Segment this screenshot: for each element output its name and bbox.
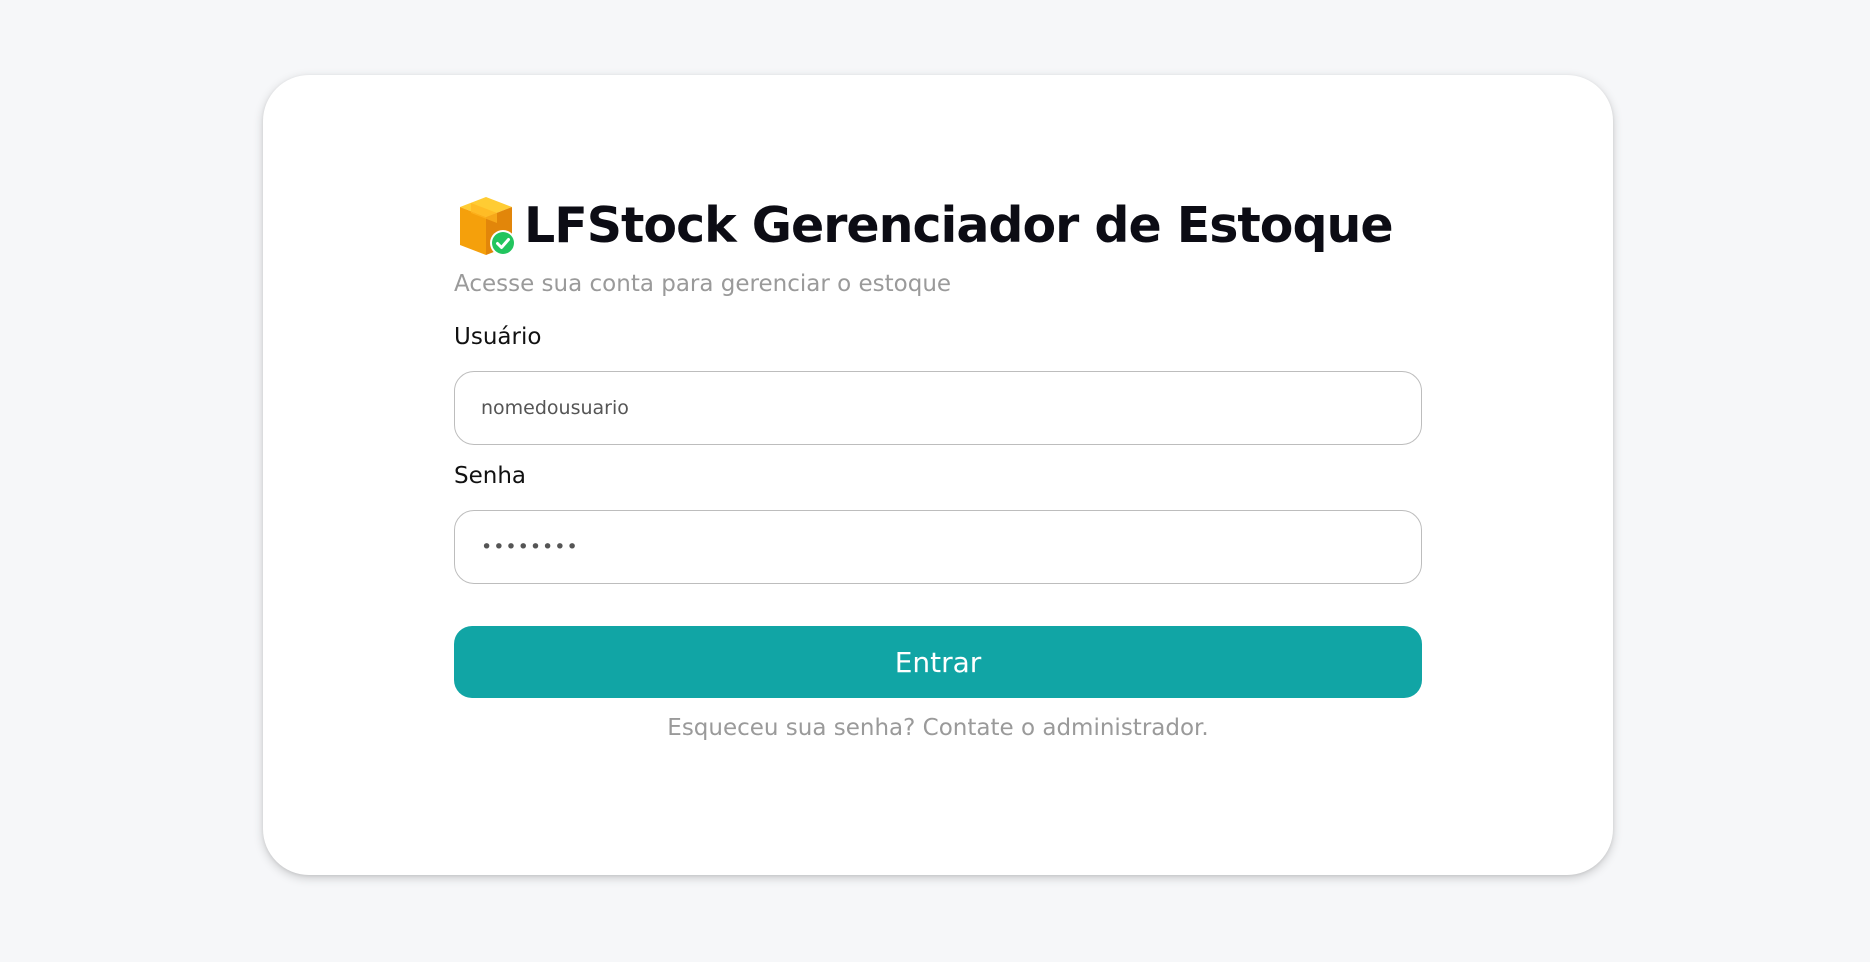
login-button[interactable]: Entrar — [454, 626, 1422, 698]
username-input[interactable] — [454, 371, 1422, 445]
password-label: Senha — [454, 463, 526, 489]
page-title: LFStock Gerenciador de Estoque — [524, 196, 1394, 254]
page-subtitle: Acesse sua conta para gerenciar o estoqu… — [454, 271, 952, 297]
forgot-password-text: Esqueceu sua senha? Contate o administra… — [667, 715, 1209, 741]
page-header: LFStock Gerenciador de Estoque — [456, 193, 1394, 257]
password-input[interactable] — [454, 510, 1422, 584]
package-check-icon — [460, 197, 516, 256]
login-card: LFStock Gerenciador de Estoque Acesse su… — [263, 75, 1613, 875]
username-label: Usuário — [454, 324, 542, 350]
